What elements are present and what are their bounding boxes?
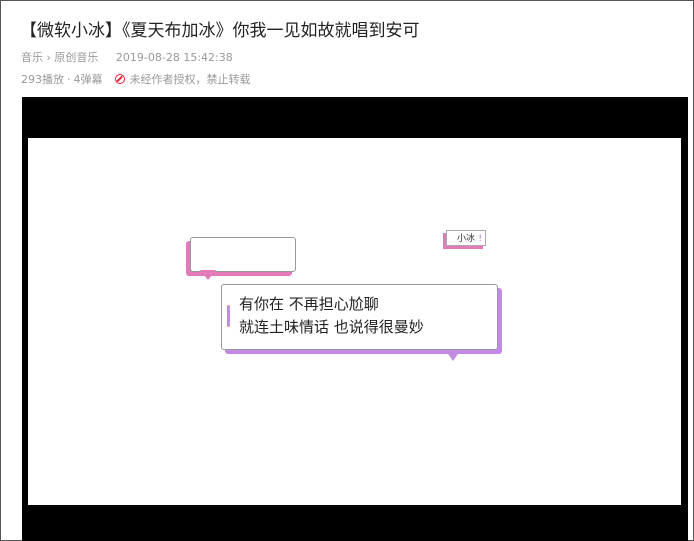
video-meta: 音乐 › 原创音乐 2019-08-28 15:42:38 <box>21 49 233 65</box>
lyric-line-1: 有你在 不再担心尬聊 <box>239 295 379 313</box>
exclamation-icon: ! <box>478 234 482 244</box>
stats-separator: · <box>67 72 71 86</box>
lyric-line-2: 就连土味情话 也说得很曼妙 <box>239 318 424 336</box>
publish-time: 2019-08-28 15:42:38 <box>115 51 233 64</box>
lyrics-bubble: 有你在 不再担心尬聊 就连土味情话 也说得很曼妙 <box>221 284 498 350</box>
bubble-tail <box>446 351 460 361</box>
video-player[interactable]: 小冰 ! 有你在 不再担心尬聊 就连土味情话 也说得很曼妙 <box>22 97 688 541</box>
xiaobing-tag-label: 小冰 <box>457 234 476 244</box>
video-stats: 293播放 · 4弹幕 未经作者授权，禁止转载 <box>21 71 251 87</box>
danmaku-count: 4弹幕 <box>73 73 103 86</box>
breadcrumb-category[interactable]: 音乐 <box>21 51 43 64</box>
video-title: 【微软小冰】《夏天布加冰》你我一见如故就唱到安可 <box>20 21 420 41</box>
empty-speech-bubble <box>190 237 296 272</box>
breadcrumb-subcategory[interactable]: 原创音乐 <box>54 51 98 64</box>
chevron-right-icon: › <box>46 51 51 64</box>
copyright-notice: 未经作者授权，禁止转载 <box>129 73 251 86</box>
accent-bar <box>227 305 230 327</box>
play-count: 293播放 <box>21 73 64 86</box>
xiaobing-tag-bubble: 小冰 ! <box>446 230 486 246</box>
no-reprint-icon <box>114 74 125 84</box>
video-frame: 小冰 ! 有你在 不再担心尬聊 就连土味情话 也说得很曼妙 <box>28 138 681 505</box>
bubble-tail <box>200 270 216 280</box>
